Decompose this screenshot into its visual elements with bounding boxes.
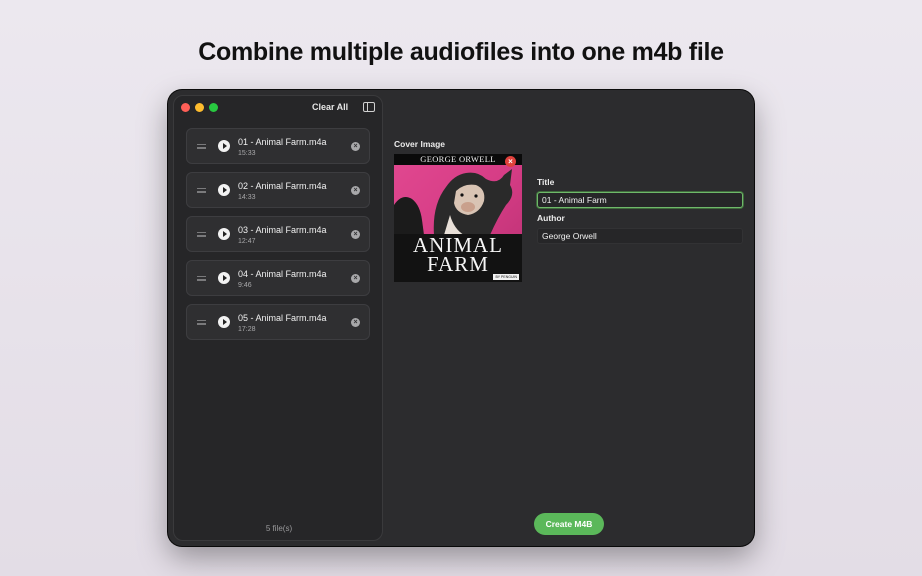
clear-all-button[interactable]: Clear All: [312, 102, 348, 112]
play-icon[interactable]: [218, 272, 230, 284]
remove-file-icon[interactable]: ×: [351, 186, 360, 195]
sidebar: Clear All 01 - Animal Farm.m4a 15:33 × 0…: [173, 95, 383, 541]
remove-file-icon[interactable]: ×: [351, 274, 360, 283]
file-count: 5 file(s): [265, 524, 293, 533]
file-duration: 15:33: [238, 150, 256, 157]
cover-image-label: Cover Image: [394, 139, 446, 149]
app-window: Clear All 01 - Animal Farm.m4a 15:33 × 0…: [168, 90, 754, 546]
file-name: 03 - Animal Farm.m4a: [238, 225, 327, 235]
file-duration: 17:28: [238, 326, 256, 333]
file-name: 04 - Animal Farm.m4a: [238, 269, 327, 279]
drag-handle-icon[interactable]: [197, 320, 206, 325]
play-icon[interactable]: [218, 140, 230, 152]
file-duration: 14:33: [238, 194, 256, 201]
file-name: 01 - Animal Farm.m4a: [238, 137, 327, 147]
cover-image[interactable]: GEORGE ORWELL ANIMAL FARM BY PENGUIN: [394, 154, 522, 282]
file-name: 05 - Animal Farm.m4a: [238, 313, 327, 323]
file-item[interactable]: 04 - Animal Farm.m4a 9:46 ×: [186, 260, 370, 296]
cover-author-text: GEORGE ORWELL: [394, 154, 522, 165]
minimize-window-button[interactable]: [195, 103, 204, 112]
drag-handle-icon[interactable]: [197, 144, 206, 149]
sidebar-toggle-icon[interactable]: [363, 102, 375, 112]
play-icon[interactable]: [218, 228, 230, 240]
file-name: 02 - Animal Farm.m4a: [238, 181, 327, 191]
file-duration: 12:47: [238, 238, 256, 245]
pig-illustration: [394, 169, 513, 235]
file-item[interactable]: 02 - Animal Farm.m4a 14:33 ×: [186, 172, 370, 208]
drag-handle-icon[interactable]: [197, 276, 206, 281]
title-label: Title: [537, 177, 555, 187]
close-window-button[interactable]: [181, 103, 190, 112]
file-item[interactable]: 05 - Animal Farm.m4a 17:28 ×: [186, 304, 370, 340]
play-icon[interactable]: [218, 316, 230, 328]
file-list: 01 - Animal Farm.m4a 15:33 × 02 - Animal…: [186, 128, 370, 348]
play-icon[interactable]: [218, 184, 230, 196]
drag-handle-icon[interactable]: [197, 188, 206, 193]
remove-file-icon[interactable]: ×: [351, 318, 360, 327]
publisher-logo: BY PENGUIN: [493, 274, 519, 280]
remove-cover-icon[interactable]: ×: [505, 156, 516, 167]
headline: Combine multiple audiofiles into one m4b…: [198, 38, 724, 66]
file-item[interactable]: 01 - Animal Farm.m4a 15:33 ×: [186, 128, 370, 164]
remove-file-icon[interactable]: ×: [351, 142, 360, 151]
zoom-window-button[interactable]: [209, 103, 218, 112]
author-label: Author: [537, 213, 565, 223]
remove-file-icon[interactable]: ×: [351, 230, 360, 239]
drag-handle-icon[interactable]: [197, 232, 206, 237]
create-m4b-button[interactable]: Create M4B: [534, 513, 604, 535]
title-field[interactable]: [537, 192, 743, 208]
file-duration: 9:46: [238, 282, 252, 289]
author-field[interactable]: [537, 228, 743, 244]
file-item[interactable]: 03 - Animal Farm.m4a 12:47 ×: [186, 216, 370, 252]
